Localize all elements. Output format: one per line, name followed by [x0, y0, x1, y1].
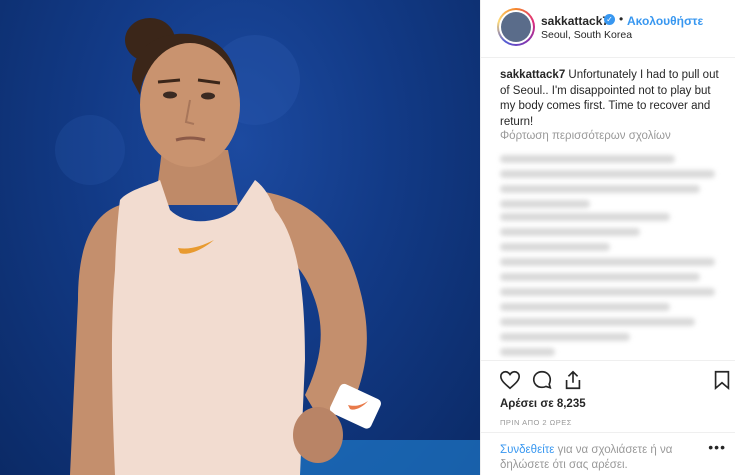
header-separator: •	[619, 12, 624, 26]
header-username[interactable]: sakkattack7	[541, 14, 609, 28]
post-photo[interactable]	[0, 0, 480, 475]
comment-row	[500, 318, 695, 326]
comment-row	[500, 348, 555, 356]
comment-row	[500, 258, 715, 266]
comment-row	[500, 155, 675, 163]
comment-row	[500, 333, 630, 341]
comment-row	[500, 288, 715, 296]
comment-row	[500, 243, 610, 251]
avatar-image	[499, 10, 533, 44]
follow-button[interactable]: Ακολουθήστε	[627, 14, 703, 28]
comment-row	[500, 185, 700, 193]
bookmark-icon[interactable]	[711, 369, 733, 391]
login-prompt: Συνδεθείτε για να σχολιάσετε ή να δηλώσε…	[481, 432, 735, 475]
comment-row	[500, 273, 700, 281]
likes-count[interactable]: Αρέσει σε 8,235	[500, 398, 586, 410]
login-prompt-text: Συνδεθείτε για να σχολιάσετε ή να δηλώσε…	[500, 443, 715, 473]
avatar[interactable]	[497, 8, 535, 46]
comment-row	[500, 200, 590, 208]
post-timestamp[interactable]: ΠΡΙΝ ΑΠΟ 2 ΩΡΕΣ	[500, 418, 572, 427]
comment-row	[500, 303, 670, 311]
comment-row	[500, 213, 670, 221]
athlete-illustration	[55, 18, 480, 475]
verified-badge-icon: ✓	[604, 14, 615, 25]
avatar-photo	[501, 12, 531, 42]
post-caption: sakkattack7 Unfortunately I had to pull …	[500, 68, 726, 130]
more-options-icon[interactable]: •••	[708, 439, 726, 455]
heart-icon[interactable]	[499, 369, 521, 391]
post-side-panel: sakkattack7 ✓ • Ακολουθήστε Seoul, South…	[480, 0, 735, 475]
comment-row	[500, 228, 640, 236]
comment-row	[500, 170, 715, 178]
login-link[interactable]: Συνδεθείτε	[500, 444, 554, 456]
caption-username[interactable]: sakkattack7	[500, 69, 565, 81]
share-icon[interactable]	[562, 369, 584, 391]
comment-icon[interactable]	[531, 369, 553, 391]
action-bar	[481, 360, 735, 400]
location-link[interactable]: Seoul, South Korea	[541, 29, 632, 41]
post-header: sakkattack7 ✓ • Ακολουθήστε Seoul, South…	[481, 0, 735, 58]
load-more-comments-link[interactable]: Φόρτωση περισσότερων σχολίων	[500, 130, 671, 142]
